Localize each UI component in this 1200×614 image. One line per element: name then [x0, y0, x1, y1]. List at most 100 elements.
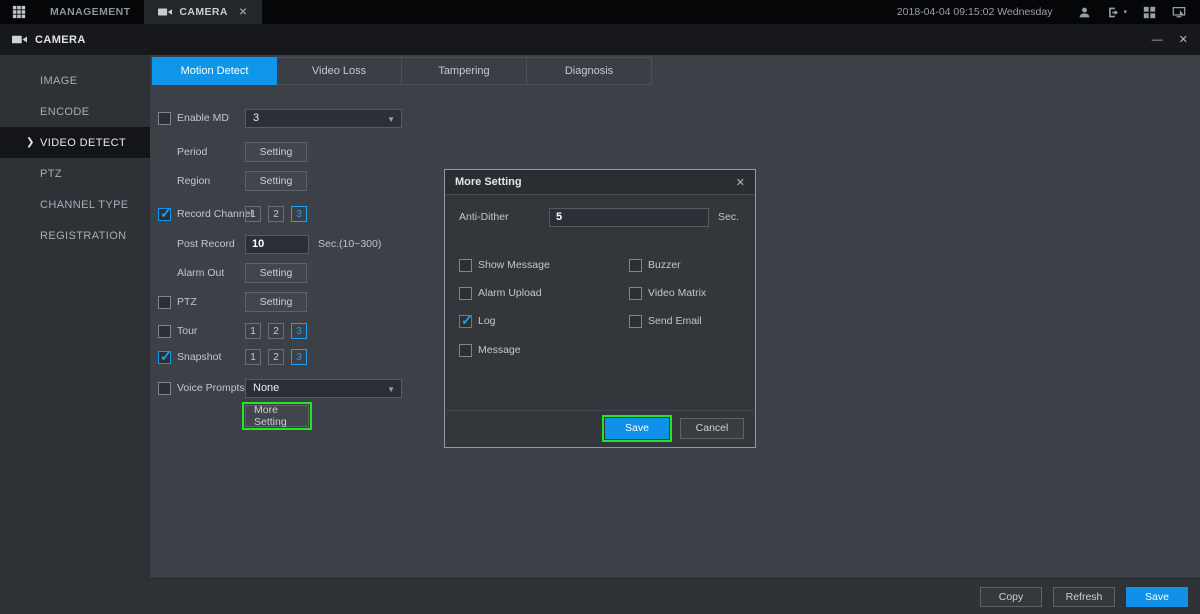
period-setting-button[interactable]: Setting	[245, 142, 307, 162]
sidebar-item-label: REGISTRATION	[40, 230, 127, 242]
log-label: Log	[478, 315, 496, 327]
buzzer-option: Buzzer	[629, 258, 681, 272]
snapshot-channel-1[interactable]: 1	[245, 349, 261, 365]
enable-md-label: Enable MD	[177, 112, 229, 124]
camera-icon	[12, 34, 27, 45]
display-icon[interactable]	[1172, 6, 1186, 19]
copy-button[interactable]: Copy	[980, 587, 1042, 607]
message-checkbox[interactable]	[459, 344, 472, 357]
voice-prompts-row: Voice Prompts None ▼	[158, 378, 245, 398]
region-setting-button[interactable]: Setting	[245, 171, 307, 191]
record-channel-checkbox[interactable]	[158, 208, 171, 221]
dialog-separator	[446, 410, 754, 411]
post-record-input[interactable]	[245, 235, 309, 254]
anti-dither-input[interactable]	[549, 208, 709, 227]
tour-label: Tour	[177, 325, 197, 337]
more-setting-dialog-titlebar: More Setting ✕	[445, 170, 755, 195]
sidebar-item-label: PTZ	[40, 168, 62, 180]
send-email-option: Send Email	[629, 314, 702, 328]
snapshot-checkbox[interactable]	[158, 351, 171, 364]
anti-dither-row: Anti-Dither Sec.	[459, 207, 745, 227]
sidebar-item-image[interactable]: ❯ IMAGE	[0, 65, 150, 96]
record-channel-2[interactable]: 2	[268, 206, 284, 222]
sidebar-item-channel-type[interactable]: ❯ CHANNEL TYPE	[0, 189, 150, 220]
more-setting-dialog: More Setting ✕ Anti-Dither Sec. Show Mes…	[444, 169, 756, 448]
more-setting-row: More Setting	[158, 406, 177, 426]
video-matrix-checkbox[interactable]	[629, 287, 642, 300]
sidebar-item-registration[interactable]: ❯ REGISTRATION	[0, 220, 150, 251]
logout-caret-icon: ▾	[1123, 8, 1127, 16]
sidebar-item-label: CHANNEL TYPE	[40, 199, 129, 211]
alarm-upload-checkbox[interactable]	[459, 287, 472, 300]
record-channel-row: Record Channel 1 2 3	[158, 204, 253, 224]
tab-tampering[interactable]: Tampering	[402, 57, 527, 85]
user-icon[interactable]	[1078, 6, 1091, 19]
logout-icon[interactable]: ▾	[1107, 6, 1127, 19]
more-setting-button[interactable]: More Setting	[245, 405, 309, 427]
buzzer-checkbox[interactable]	[629, 259, 642, 272]
dialog-title: More Setting	[455, 176, 522, 188]
show-message-checkbox[interactable]	[459, 259, 472, 272]
tour-channel-2[interactable]: 2	[268, 323, 284, 339]
video-matrix-label: Video Matrix	[648, 287, 706, 299]
tab-video-loss[interactable]: Video Loss	[277, 57, 402, 85]
alarm-out-row: Alarm Out Setting	[158, 263, 224, 283]
anti-dither-label: Anti-Dither	[459, 211, 531, 223]
period-row: Period Setting	[158, 142, 207, 162]
send-email-checkbox[interactable]	[629, 315, 642, 328]
main-menu-grid-icon[interactable]	[0, 0, 36, 24]
tour-channel-3[interactable]: 3	[291, 323, 307, 339]
message-label: Message	[478, 344, 521, 356]
snapshot-channel-2[interactable]: 2	[268, 349, 284, 365]
log-checkbox[interactable]	[459, 315, 472, 328]
post-record-label: Post Record	[177, 238, 235, 250]
sidebar-item-video-detect[interactable]: ❯ VIDEO DETECT	[0, 127, 150, 158]
sidebar: ❯ IMAGE ❯ ENCODE ❯ VIDEO DETECT ❯ PTZ ❯ …	[0, 55, 150, 614]
apps-grid-icon[interactable]	[1143, 6, 1156, 19]
ptz-checkbox[interactable]	[158, 296, 171, 309]
tab-motion-detect[interactable]: Motion Detect	[152, 57, 277, 85]
minimize-icon[interactable]: —	[1152, 34, 1163, 46]
snapshot-channel-3[interactable]: 3	[291, 349, 307, 365]
video-matrix-option: Video Matrix	[629, 286, 706, 300]
refresh-button[interactable]: Refresh	[1053, 587, 1115, 607]
sidebar-item-label: ENCODE	[40, 106, 89, 118]
voice-prompts-label: Voice Prompts	[177, 382, 245, 394]
voice-prompts-checkbox[interactable]	[158, 382, 171, 395]
dialog-close-icon[interactable]: ✕	[736, 176, 745, 189]
window-title-bar: CAMERA — ✕	[0, 24, 1200, 55]
detect-tabs: Motion Detect Video Loss Tampering Diagn…	[152, 57, 652, 85]
dialog-save-button[interactable]: Save	[605, 418, 669, 439]
enable-md-checkbox[interactable]	[158, 112, 171, 125]
close-icon[interactable]: ✕	[1179, 33, 1188, 46]
alarm-upload-option: Alarm Upload	[459, 286, 542, 300]
tab-diagnosis[interactable]: Diagnosis	[527, 57, 652, 85]
record-channel-3[interactable]: 3	[291, 206, 307, 222]
log-option: Log	[459, 314, 496, 328]
post-record-unit: Sec.(10~300)	[318, 238, 381, 250]
system-top-bar: MANAGEMENT CAMERA ✕ 2018-04-04 09:15:02 …	[0, 0, 1200, 24]
sidebar-item-ptz[interactable]: ❯ PTZ	[0, 158, 150, 189]
snapshot-label: Snapshot	[177, 351, 221, 363]
record-channel-1[interactable]: 1	[245, 206, 261, 222]
dialog-cancel-button[interactable]: Cancel	[680, 418, 744, 439]
save-button[interactable]: Save	[1126, 587, 1188, 607]
region-row: Region Setting	[158, 171, 210, 191]
tour-channel-1[interactable]: 1	[245, 323, 261, 339]
tour-checkbox[interactable]	[158, 325, 171, 338]
sidebar-item-encode[interactable]: ❯ ENCODE	[0, 96, 150, 127]
chevron-down-icon: ▼	[387, 385, 395, 394]
post-record-row: Post Record Sec.(10~300)	[158, 234, 235, 254]
period-label: Period	[177, 146, 207, 158]
camera-tab-close-icon[interactable]: ✕	[239, 7, 248, 18]
alarm-out-setting-button[interactable]: Setting	[245, 263, 307, 283]
sidebar-item-label: IMAGE	[40, 75, 77, 87]
camera-tab[interactable]: CAMERA ✕	[144, 0, 261, 24]
voice-prompts-dropdown[interactable]: None ▼	[245, 379, 402, 398]
ptz-row: PTZ Setting	[158, 292, 197, 312]
app-window: MANAGEMENT CAMERA ✕ 2018-04-04 09:15:02 …	[0, 0, 1200, 614]
ptz-setting-button[interactable]: Setting	[245, 292, 307, 312]
enable-md-dropdown[interactable]: 3 ▼	[245, 109, 402, 128]
active-arrow-icon: ❯	[26, 137, 35, 148]
management-tab[interactable]: MANAGEMENT	[36, 0, 144, 24]
